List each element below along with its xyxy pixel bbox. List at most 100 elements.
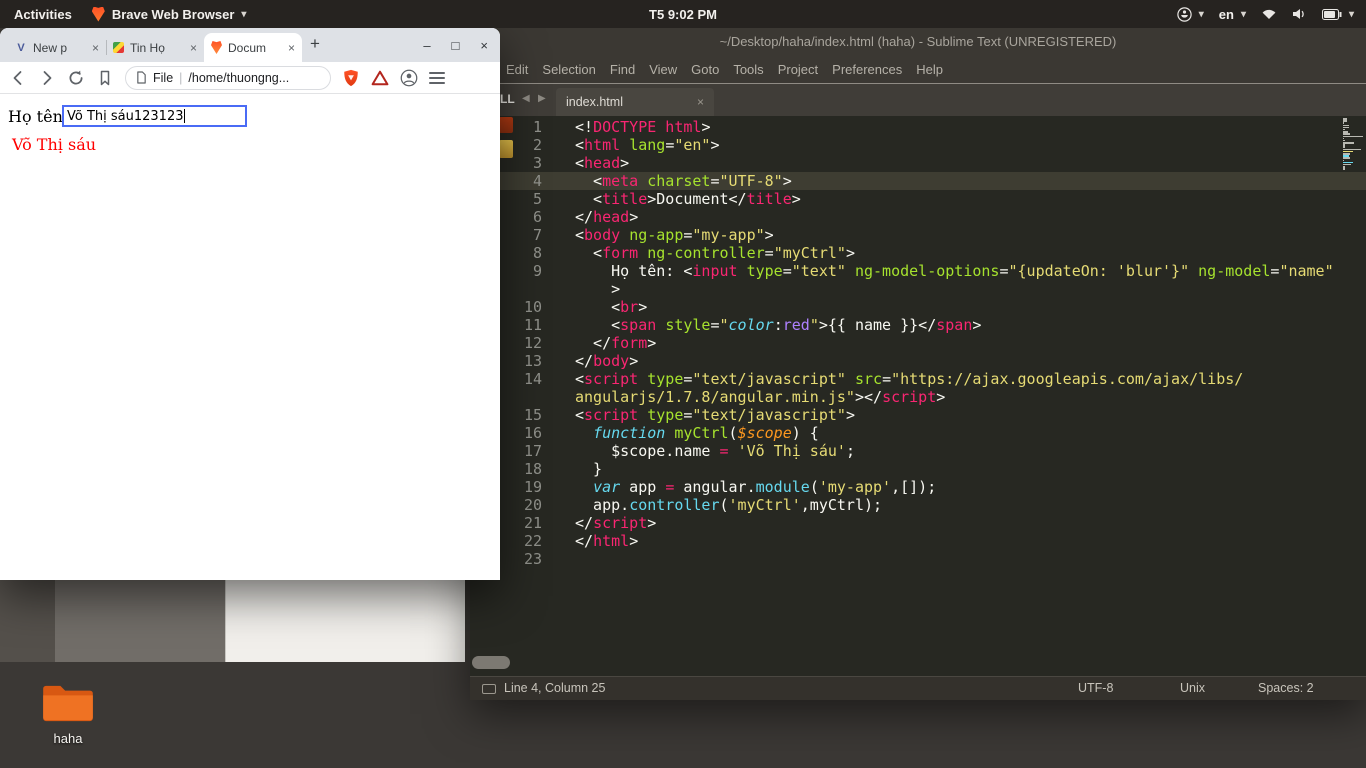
sublime-window-title: ~/Desktop/haha/index.html (haha) - Subli… xyxy=(470,28,1366,56)
folder-icon xyxy=(41,682,95,724)
form-output: Võ Thị sáu xyxy=(12,135,96,154)
form-name-label: Họ tên: xyxy=(8,107,68,126)
menu-item-help[interactable]: Help xyxy=(916,62,943,77)
minimize-button[interactable]: – xyxy=(423,38,430,53)
browser-tab-new-p[interactable]: V New p × xyxy=(8,33,106,62)
browser-tab-tin-hoc[interactable]: Tin Họ × xyxy=(106,33,204,62)
forward-icon[interactable] xyxy=(38,69,56,87)
brave-icon xyxy=(92,7,105,22)
caret-position: Line 4, Column 25 xyxy=(504,681,605,695)
code-line: 13</body> xyxy=(470,352,1366,370)
menu-icon[interactable] xyxy=(429,72,445,84)
code-line: 9 Họ tên: <input type="text" ng-model-op… xyxy=(470,262,1366,280)
brave-favicon xyxy=(211,41,222,54)
code-line: 5 <title>Document</title> xyxy=(470,190,1366,208)
background-window-fragment xyxy=(225,580,465,662)
tab-index-html[interactable]: index.html × xyxy=(556,88,714,116)
url-divider: | xyxy=(179,71,182,85)
code-line: 4 <meta charset="UTF-8"> xyxy=(470,172,1366,190)
code-line: 8 <form ng-controller="myCtrl"> xyxy=(470,244,1366,262)
url-path: /home/thuongng... xyxy=(188,71,289,85)
code-line: 11 <span style="color:red">{{ name }}</s… xyxy=(470,316,1366,334)
profile-icon[interactable] xyxy=(400,69,418,87)
wifi-icon[interactable] xyxy=(1261,8,1277,20)
battery-icon xyxy=(1322,9,1342,20)
menu-item-view[interactable]: View xyxy=(649,62,677,77)
code-editor[interactable]: 1<!DOCTYPE html>2<html lang="en">3<head>… xyxy=(470,116,1366,676)
code-line: 1<!DOCTYPE html> xyxy=(470,118,1366,136)
menu-item-goto[interactable]: Goto xyxy=(691,62,719,77)
menu-item-selection[interactable]: Selection xyxy=(542,62,595,77)
activities-button[interactable]: Activities xyxy=(14,7,72,22)
caret-down-icon: ▾ xyxy=(1199,9,1204,20)
sublime-tab-bar: LL ◀ ▶ index.html × xyxy=(470,84,1366,116)
browser-tab-document[interactable]: Docum × xyxy=(204,33,302,62)
file-icon xyxy=(499,117,513,133)
code-line: 15<script type="text/javascript"> xyxy=(470,406,1366,424)
code-lines: 1<!DOCTYPE html>2<html lang="en">3<head>… xyxy=(470,118,1366,568)
clock[interactable]: T5 9:02 PM xyxy=(649,7,717,22)
background-window-fragment xyxy=(0,580,55,662)
browser-navbar: File | /home/thuongng... xyxy=(0,62,500,94)
menu-item-edit[interactable]: Edit xyxy=(506,62,528,77)
code-line: 19 var app = angular.module('my-app',[])… xyxy=(470,478,1366,496)
caret-down-icon: ▾ xyxy=(241,9,246,20)
person-circle-icon xyxy=(1177,7,1192,22)
accessibility-menu[interactable]: ▾ xyxy=(1177,7,1204,22)
code-line: 2<html lang="en"> xyxy=(470,136,1366,154)
url-scheme-label: File xyxy=(153,71,173,85)
clipped-sidebar-text: LL xyxy=(500,92,515,106)
window-close-button[interactable]: × xyxy=(480,38,488,53)
menu-item-find[interactable]: Find xyxy=(610,62,635,77)
tab-close-icon[interactable]: × xyxy=(92,41,99,55)
tab-close-icon[interactable]: × xyxy=(190,41,197,55)
volume-icon[interactable] xyxy=(1292,8,1307,20)
code-line: 17 $scope.name = 'Võ Thị sáu'; xyxy=(470,442,1366,460)
tab-label: index.html xyxy=(566,95,623,109)
address-bar[interactable]: File | /home/thuongng... xyxy=(125,66,331,90)
horizontal-scrollbar-thumb[interactable] xyxy=(472,656,510,669)
tab-close-icon[interactable]: × xyxy=(288,41,295,55)
line-endings-indicator[interactable]: Unix xyxy=(1180,681,1205,695)
code-line: angularjs/1.7.8/angular.min.js"></script… xyxy=(470,388,1366,406)
code-line: 21</script> xyxy=(470,514,1366,532)
maximize-button[interactable]: □ xyxy=(452,38,460,53)
minimap[interactable] xyxy=(1343,118,1363,173)
keyboard-layout-menu[interactable]: en ▾ xyxy=(1219,7,1246,22)
browser-window: V New p × Tin Họ × Docum × + – □ × xyxy=(0,28,500,580)
background-window-fragment xyxy=(55,580,225,662)
bookmark-icon[interactable] xyxy=(96,69,114,87)
encoding-indicator[interactable]: UTF-8 xyxy=(1078,681,1113,695)
name-input[interactable]: Võ Thị sáu123123 xyxy=(62,105,247,127)
web-page: Họ tên: Võ Thị sáu123123 Võ Thị sáu xyxy=(0,94,500,579)
reload-icon[interactable] xyxy=(67,69,85,87)
tab-scroll-left-icon[interactable]: ◀ xyxy=(522,93,530,104)
extension-triangle-icon[interactable] xyxy=(371,69,389,87)
back-icon[interactable] xyxy=(9,69,27,87)
menu-item-project[interactable]: Project xyxy=(778,62,818,77)
brave-shield-icon[interactable] xyxy=(342,69,360,87)
indentation-indicator[interactable]: Spaces: 2 xyxy=(1258,681,1314,695)
code-line: 14<script type="text/javascript" src="ht… xyxy=(470,370,1366,388)
tab-label: Tin Họ xyxy=(130,41,165,55)
code-line: > xyxy=(470,280,1366,298)
sublime-status-bar: Line 4, Column 25 UTF-8 Unix Spaces: 2 xyxy=(470,676,1366,700)
tab-label: New p xyxy=(33,41,67,55)
desktop: haha ~/Desktop/haha/index.html (haha) - … xyxy=(0,0,1366,768)
favicon: V xyxy=(15,42,27,54)
menu-item-tools[interactable]: Tools xyxy=(733,62,763,77)
power-menu[interactable]: ▾ xyxy=(1322,9,1354,20)
code-line: 20 app.controller('myCtrl',myCtrl); xyxy=(470,496,1366,514)
caret-down-icon: ▾ xyxy=(1349,9,1354,20)
sublime-menu-bar: Edit Selection Find View Goto Tools Project Pre… xyxy=(470,56,1366,84)
tab-scroll-right-icon[interactable]: ▶ xyxy=(538,93,546,104)
app-menu[interactable]: Brave Web Browser ▾ xyxy=(92,7,247,22)
tab-close-icon[interactable]: × xyxy=(697,95,704,109)
menu-item-preferences[interactable]: Preferences xyxy=(832,62,902,77)
name-input-value: Võ Thị sáu123123 xyxy=(67,109,184,124)
tab-label: Docum xyxy=(228,41,266,55)
desktop-folder-haha[interactable]: haha xyxy=(36,682,100,746)
new-tab-button[interactable]: + xyxy=(310,34,320,54)
code-line: 10 <br> xyxy=(470,298,1366,316)
sublime-window: ~/Desktop/haha/index.html (haha) - Subli… xyxy=(470,28,1366,700)
